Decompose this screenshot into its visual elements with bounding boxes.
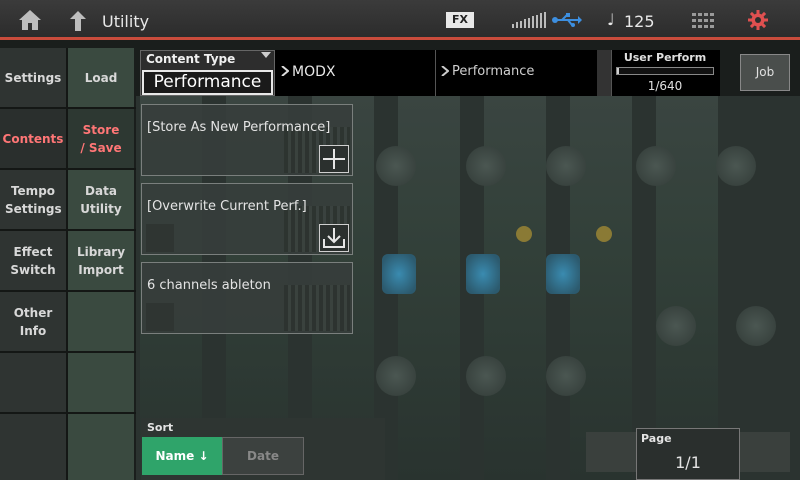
sidebar-item-contents[interactable]: Contents — [0, 109, 66, 168]
sidebar-item-library-import[interactable]: Library Import — [68, 231, 134, 290]
tempo-value[interactable]: 125 — [624, 12, 655, 31]
path-level-2[interactable]: Performance — [452, 64, 534, 79]
sort-by-date-button[interactable]: Date — [222, 437, 304, 475]
user-perform-count: 1/640 — [647, 79, 683, 93]
item-label: 6 channels ableton — [147, 278, 271, 293]
item-label: [Store As New Performance] — [147, 120, 331, 135]
top-bar: Utility FX ♩ 125 — [0, 0, 800, 40]
usb-icon — [552, 13, 582, 27]
performance-list-item[interactable]: 6 channels ableton — [141, 262, 353, 334]
quick-access-grid-icon[interactable] — [692, 13, 714, 28]
fx-indicator[interactable]: FX — [446, 12, 474, 28]
dropdown-arrow-icon[interactable] — [261, 52, 271, 58]
sidebar-item-other-info[interactable]: Other Info — [0, 292, 66, 351]
content-type-value[interactable]: Performance — [142, 70, 273, 95]
gear-icon[interactable] — [748, 10, 768, 30]
utility-screen: Utility FX ♩ 125 Settings Contents Tempo… — [0, 0, 800, 480]
path-level-1[interactable]: MODX — [292, 64, 335, 80]
overwrite-icon[interactable] — [319, 224, 349, 252]
item-thumbnail — [284, 285, 350, 331]
sidebar-item-tempo-settings[interactable]: Tempo Settings — [0, 170, 66, 229]
user-perform-usage-bar — [616, 67, 714, 75]
sidebar-item-store-save[interactable]: Store / Save — [68, 109, 134, 168]
chevron-right-icon — [441, 66, 449, 76]
sort-by-name-button[interactable]: Name ↓ — [142, 437, 222, 475]
page-label: Page — [641, 432, 672, 445]
sidebar-item-settings[interactable]: Settings — [0, 48, 66, 107]
sidebar: Settings Contents Tempo Settings Effect … — [0, 48, 136, 480]
item-color-swatch — [146, 303, 174, 331]
job-button[interactable]: Job — [740, 54, 790, 91]
screen-title: Utility — [102, 12, 150, 31]
path-divider — [435, 50, 436, 96]
sidebar-item-empty-2 — [0, 414, 66, 480]
item-label: [Overwrite Current Perf.] — [147, 199, 307, 214]
sidebar-item-data-utility[interactable]: Data Utility — [68, 170, 134, 229]
level-meter-icon — [512, 12, 546, 28]
sidebar-item-empty-3 — [68, 292, 134, 351]
user-perform-usage-fill — [617, 68, 619, 74]
user-perform-title: User Perform — [623, 51, 707, 64]
sort-label: Sort — [147, 421, 174, 434]
chevron-right-icon — [281, 66, 289, 76]
store-as-new-item[interactable]: [Store As New Performance] — [141, 104, 353, 176]
header-gap — [597, 50, 611, 96]
sidebar-item-empty-1 — [0, 353, 66, 412]
content-type-label: Content Type — [146, 52, 236, 66]
home-icon[interactable] — [18, 9, 42, 31]
sidebar-item-empty-4 — [68, 353, 134, 412]
tempo-note-icon: ♩ — [607, 10, 615, 29]
item-color-swatch — [146, 224, 174, 252]
plus-icon[interactable] — [319, 145, 349, 173]
overwrite-current-item[interactable]: [Overwrite Current Perf.] — [141, 183, 353, 255]
sidebar-item-effect-switch[interactable]: Effect Switch — [0, 231, 66, 290]
back-up-icon[interactable] — [68, 10, 88, 32]
sidebar-item-load[interactable]: Load — [68, 48, 134, 107]
sidebar-item-empty-5 — [68, 414, 134, 480]
page-value: 1/1 — [675, 453, 701, 472]
